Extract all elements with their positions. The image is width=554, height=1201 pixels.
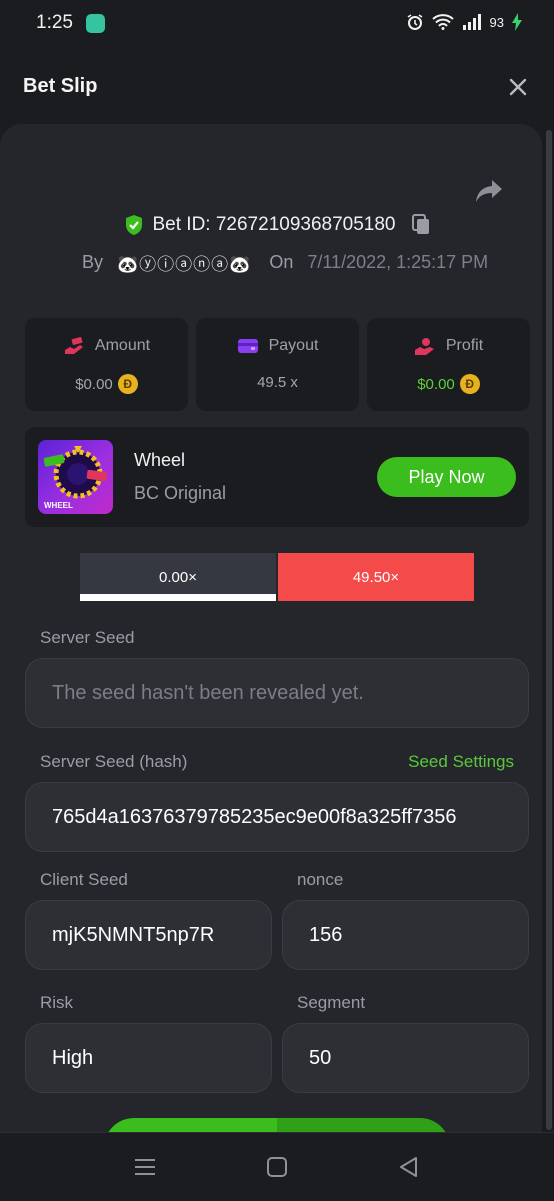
wifi-icon bbox=[431, 14, 454, 30]
client-seed-field[interactable]: mjK5NMNT5np7R bbox=[25, 900, 272, 970]
client-seed-label: Client Seed bbox=[40, 870, 128, 889]
bet-stats: Amount $0.00 Ð Payout 49.5 x Profit $0.0… bbox=[25, 318, 530, 411]
amount-card: Amount $0.00 Ð bbox=[25, 318, 188, 411]
wheel-game-thumbnail[interactable]: WHEEL bbox=[38, 440, 113, 514]
charging-icon bbox=[512, 13, 522, 31]
segment-field[interactable]: 50 bbox=[282, 1023, 529, 1093]
profit-card: Profit $0.00 Ð bbox=[367, 318, 530, 411]
segment-label: Segment bbox=[297, 993, 366, 1012]
status-bar: 1:25 93 bbox=[0, 0, 554, 48]
nonce-field[interactable]: 156 bbox=[282, 900, 529, 970]
status-time: 1:25 bbox=[36, 12, 73, 33]
server-seed-hash-field[interactable]: 765d4a16376379785235ec9e00f8a325ff7356 bbox=[25, 782, 529, 852]
close-icon[interactable] bbox=[508, 77, 528, 97]
game-name: Wheel bbox=[134, 450, 186, 470]
home-icon[interactable] bbox=[265, 1155, 289, 1179]
share-icon[interactable] bbox=[474, 178, 504, 204]
status-icons: 93 bbox=[406, 13, 522, 31]
bet-slip-header: Bet Slip bbox=[0, 48, 554, 124]
shield-check-icon bbox=[125, 215, 142, 235]
back-icon[interactable] bbox=[397, 1155, 421, 1179]
user-name-link[interactable]: 🐼ⓨⓘⓐⓝⓐ🐼 bbox=[117, 250, 251, 275]
bet-id-row: Bet ID: 72672109368705180 bbox=[0, 214, 554, 236]
wheel-icon: WHEEL bbox=[43, 446, 108, 510]
scrollbar[interactable] bbox=[546, 130, 552, 1130]
multiplier-left: 0.00× bbox=[80, 553, 276, 601]
battery-level: 93 bbox=[489, 14, 504, 30]
bet-id: Bet ID: 72672109368705180 bbox=[152, 214, 396, 235]
copy-icon[interactable] bbox=[411, 214, 431, 236]
multiplier-left-value: 0.00× bbox=[159, 568, 197, 586]
selected-indicator bbox=[80, 594, 276, 601]
amount-label: Amount bbox=[94, 337, 151, 354]
profit-hand-icon bbox=[414, 338, 434, 355]
bet-hand-icon bbox=[64, 337, 83, 354]
profit-value: $0.00 bbox=[417, 375, 455, 393]
multiplier-right-value: 49.50× bbox=[352, 568, 400, 586]
profit-label: Profit bbox=[445, 337, 484, 354]
wallet-icon bbox=[237, 339, 258, 353]
risk-label: Risk bbox=[40, 993, 74, 1012]
amount-value: $0.00 bbox=[75, 375, 113, 393]
play-now-button[interactable]: Play Now bbox=[377, 457, 516, 497]
app-notification-icon bbox=[86, 14, 105, 33]
alarm-icon bbox=[407, 14, 422, 30]
doge-coin-icon: Ð bbox=[117, 374, 138, 394]
bet-date: 7/11/2022, 1:25:17 PM bbox=[307, 252, 489, 272]
payout-value: 49.5 x bbox=[257, 374, 298, 391]
game-card: WHEEL Wheel BC Original Play Now bbox=[25, 427, 529, 527]
on-label: On bbox=[269, 252, 294, 272]
system-nav-bar bbox=[0, 1132, 554, 1201]
risk-field[interactable]: High bbox=[25, 1023, 272, 1093]
server-seed-field[interactable]: The seed hasn't been revealed yet. bbox=[25, 658, 529, 728]
server-seed-hash-label: Server Seed (hash) bbox=[40, 752, 188, 771]
recent-apps-icon[interactable] bbox=[133, 1155, 157, 1179]
page-title: Bet Slip bbox=[23, 75, 98, 97]
game-subtitle: BC Original bbox=[134, 483, 227, 503]
by-label: By bbox=[82, 252, 104, 272]
nonce-label: nonce bbox=[297, 870, 344, 889]
server-seed-label: Server Seed bbox=[40, 628, 135, 647]
payout-label: Payout bbox=[268, 337, 319, 354]
bet-meta-row: By 🐼ⓨⓘⓐⓝⓐ🐼 On 7/11/2022, 1:25:17 PM bbox=[82, 250, 488, 275]
multiplier-right: 49.50× bbox=[278, 553, 474, 601]
thumb-label: WHEEL bbox=[44, 501, 73, 510]
doge-coin-icon: Ð bbox=[459, 374, 480, 394]
signal-icon bbox=[462, 14, 481, 30]
multiplier-bar: 0.00× 49.50× bbox=[80, 553, 474, 601]
payout-card: Payout 49.5 x bbox=[196, 318, 359, 411]
seed-settings-link[interactable]: Seed Settings bbox=[408, 752, 514, 772]
